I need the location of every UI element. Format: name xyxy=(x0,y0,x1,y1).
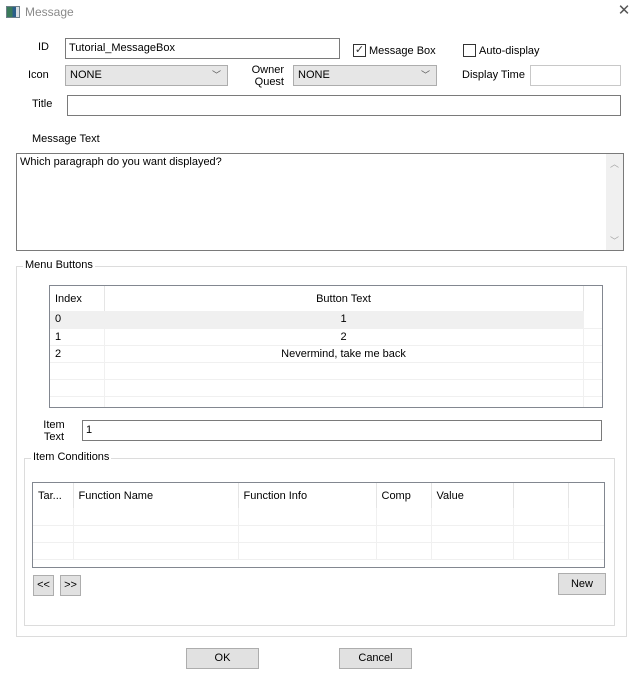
empty-row xyxy=(33,542,604,560)
message-box-checkbox[interactable]: ✓ xyxy=(353,44,366,57)
column-header-button-text[interactable]: Button Text xyxy=(104,286,584,311)
next-button[interactable]: >> xyxy=(60,575,81,596)
column-header-index[interactable]: Index xyxy=(50,286,105,311)
item-text-input[interactable]: 1 xyxy=(82,420,602,441)
scroll-down-icon[interactable]: ﹀ xyxy=(606,234,623,247)
column-header-value[interactable]: Value xyxy=(431,483,514,508)
item-text-label-line2: Text xyxy=(43,431,65,443)
checkmark-icon: ✓ xyxy=(354,44,365,56)
empty-row xyxy=(50,396,602,407)
row-index: 0 xyxy=(50,311,105,329)
title-input[interactable] xyxy=(67,95,621,116)
id-input[interactable]: Tutorial_MessageBox xyxy=(65,38,340,59)
grid-header-row: Tar... Function Name Function Info Comp … xyxy=(33,483,604,508)
auto-display-checkbox[interactable] xyxy=(463,44,476,57)
column-header-target[interactable]: Tar... xyxy=(33,483,74,508)
window-title: Message xyxy=(25,5,74,19)
column-header-function-name[interactable]: Function Name xyxy=(73,483,239,508)
chevron-down-icon: ﹀ xyxy=(211,70,221,80)
owner-quest-label-line2: Quest xyxy=(254,76,284,88)
item-conditions-grid[interactable]: Tar... Function Name Function Info Comp … xyxy=(32,482,605,568)
icon-dropdown[interactable]: NONE ﹀ xyxy=(65,65,228,86)
table-row[interactable]: 0 1 xyxy=(50,311,602,329)
column-header-extra-1[interactable] xyxy=(513,483,569,508)
message-text-scrollbar[interactable]: ︿ ﹀ xyxy=(606,154,623,250)
message-text-value: Which paragraph do you want displayed? xyxy=(20,156,222,168)
empty-row xyxy=(33,508,604,526)
column-header-extra-2[interactable] xyxy=(568,483,604,508)
row-button-text: 2 xyxy=(104,328,584,346)
row-index: 2 xyxy=(50,345,105,363)
cancel-button[interactable]: Cancel xyxy=(339,648,412,669)
column-header-comp[interactable]: Comp xyxy=(376,483,432,508)
owner-quest-label: Owner Quest xyxy=(248,64,284,88)
ok-button[interactable]: OK xyxy=(186,648,259,669)
table-row[interactable]: 2 Nevermind, take me back xyxy=(50,345,602,363)
icon-dropdown-value: NONE xyxy=(70,69,102,81)
display-time-label: Display Time xyxy=(462,69,525,81)
owner-quest-dropdown[interactable]: NONE ﹀ xyxy=(293,65,437,86)
message-box-label: Message Box xyxy=(369,45,436,57)
chevron-down-icon: ﹀ xyxy=(420,70,430,80)
previous-button[interactable]: << xyxy=(33,575,54,596)
owner-quest-dropdown-value: NONE xyxy=(298,69,330,81)
column-header-filler xyxy=(583,286,602,311)
app-window-icon xyxy=(6,6,20,18)
row-button-text: Nevermind, take me back xyxy=(104,345,584,363)
row-index: 1 xyxy=(50,328,105,346)
grid-header-row: Index Button Text xyxy=(50,286,602,311)
auto-display-label: Auto-display xyxy=(479,45,540,57)
empty-row xyxy=(33,525,604,543)
item-text-label: Item Text xyxy=(40,419,68,443)
title-label: Title xyxy=(32,98,53,110)
message-text-area[interactable]: Which paragraph do you want displayed? ︿… xyxy=(16,153,624,251)
column-header-function-info[interactable]: Function Info xyxy=(238,483,377,508)
row-button-text: 1 xyxy=(104,311,584,329)
item-conditions-group-label: Item Conditions xyxy=(31,451,112,463)
close-icon[interactable]: ✕ xyxy=(616,3,632,19)
menu-buttons-group-label: Menu Buttons xyxy=(23,259,95,271)
empty-row xyxy=(50,379,602,397)
table-row[interactable]: 1 2 xyxy=(50,328,602,346)
message-text-label: Message Text xyxy=(32,133,100,145)
owner-quest-label-line1: Owner xyxy=(251,64,284,76)
item-text-label-line1: Item xyxy=(43,419,65,431)
new-condition-button[interactable]: New xyxy=(558,573,606,595)
icon-label: Icon xyxy=(28,69,49,81)
menu-buttons-grid[interactable]: Index Button Text 0 1 1 2 2 Nevermind, t… xyxy=(49,285,603,408)
display-time-input[interactable] xyxy=(530,65,621,86)
empty-row xyxy=(50,362,602,380)
id-label: ID xyxy=(38,41,49,53)
scroll-up-icon[interactable]: ︿ xyxy=(606,157,623,170)
